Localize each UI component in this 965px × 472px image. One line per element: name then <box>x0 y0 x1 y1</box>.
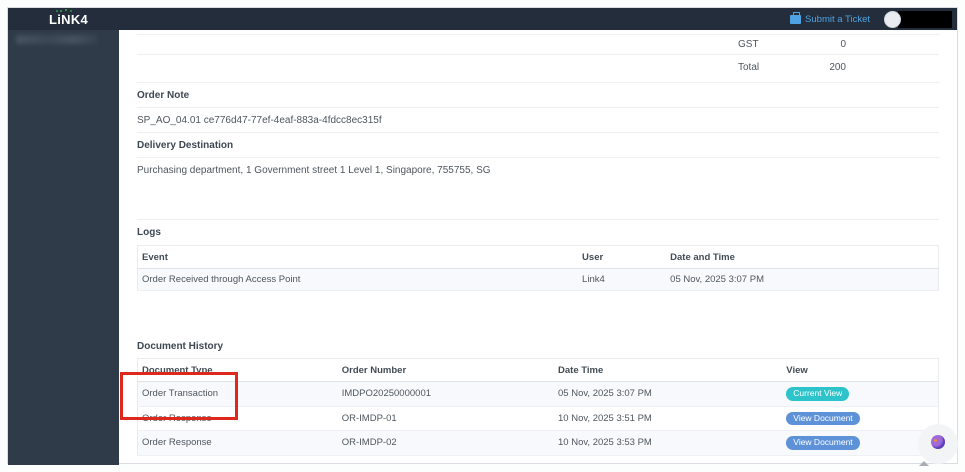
doc-number: OR-IMDP-01 <box>337 406 555 431</box>
main-content: GST 0 Total 200 Order Note SP_AO_04.01 c… <box>119 30 957 463</box>
logs-heading: Logs <box>137 227 161 238</box>
log-datetime: 05 Nov, 2025 3:07 PM <box>666 268 939 291</box>
scroll-corner-icon <box>919 461 929 466</box>
doc-datetime: 10 Nov, 2025 3:53 PM <box>554 430 783 456</box>
top-navbar: LiNK4 Submit a Ticket <box>8 8 957 30</box>
gst-label: GST <box>738 39 759 50</box>
doc-number: IMDPO20250000001 <box>337 381 555 407</box>
view-document-badge[interactable]: View Document <box>786 436 860 450</box>
user-avatar[interactable] <box>884 10 901 28</box>
document-history-header-row: Document Type Order Number Date Time Vie… <box>137 358 939 382</box>
table-row: Order Transaction IMDPO20250000001 05 No… <box>137 381 939 407</box>
logs-row: Order Received through Access Point Link… <box>137 268 939 291</box>
sidebar <box>8 30 119 465</box>
doc-col-number: Order Number <box>337 358 555 382</box>
doc-number: OR-IMDP-02 <box>337 430 555 456</box>
app-window: LiNK4 Submit a Ticket GST 0 Total 200 Or… <box>7 7 958 465</box>
submit-ticket-label: Submit a Ticket <box>805 13 870 25</box>
logs-col-user: User <box>578 245 667 269</box>
delivery-destination-heading: Delivery Destination <box>137 133 939 158</box>
doc-type: Order Response <box>137 406 338 431</box>
total-value: 200 <box>829 62 846 73</box>
doc-col-type: Document Type <box>137 358 338 382</box>
document-history-heading: Document History <box>137 341 224 352</box>
logs-col-datetime: Date and Time <box>666 245 939 269</box>
log-event: Order Received through Access Point <box>137 268 579 291</box>
gst-value: 0 <box>840 39 846 50</box>
doc-type: Order Transaction <box>137 381 338 407</box>
submit-ticket-button[interactable]: Submit a Ticket <box>790 11 870 25</box>
doc-col-datetime: Date Time <box>554 358 783 382</box>
doc-col-view: View <box>782 358 939 382</box>
summary-row-gst: GST 0 <box>137 34 939 55</box>
page: LiNK4 Submit a Ticket GST 0 Total 200 Or… <box>0 0 965 472</box>
doc-datetime: 05 Nov, 2025 3:07 PM <box>554 381 783 407</box>
current-view-badge[interactable]: Current View <box>786 387 850 401</box>
navbar-right-group: Submit a Ticket <box>790 10 952 28</box>
order-note-value: SP_AO_04.01 ce776d47-77ef-4eaf-883a-4fdc… <box>137 108 939 133</box>
doc-type: Order Response <box>137 430 338 456</box>
extension-globe-icon[interactable] <box>931 435 945 449</box>
table-row: Order Response OR-IMDP-02 10 Nov, 2025 3… <box>137 430 939 456</box>
logs-col-event: Event <box>137 245 579 269</box>
app-logo: LiNK4 <box>49 9 89 27</box>
logs-header-row: Event User Date and Time <box>137 245 939 269</box>
sidebar-item-blurred[interactable] <box>16 35 98 44</box>
user-name-redacted[interactable] <box>898 10 952 28</box>
total-label: Total <box>738 62 760 73</box>
logs-table: Event User Date and Time Order Received … <box>137 245 939 291</box>
document-history-table: Document Type Order Number Date Time Vie… <box>137 358 939 456</box>
view-document-badge[interactable]: View Document <box>786 411 860 425</box>
summary-row-total: Total 200 <box>137 55 939 83</box>
log-user: Link4 <box>578 268 667 291</box>
order-note-heading: Order Note <box>137 83 939 108</box>
table-row: Order Response OR-IMDP-01 10 Nov, 2025 3… <box>137 406 939 431</box>
delivery-destination-value: Purchasing department, 1 Government stre… <box>137 158 939 220</box>
briefcase-icon <box>790 11 802 24</box>
doc-datetime: 10 Nov, 2025 3:51 PM <box>554 406 783 431</box>
